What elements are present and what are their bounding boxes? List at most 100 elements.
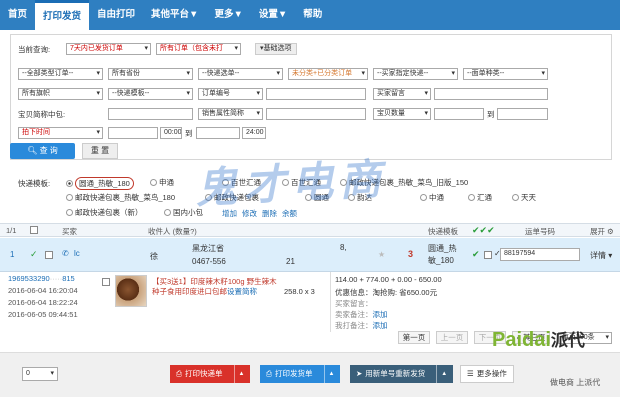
template-option-ems-new[interactable]: 邮政快递包裹（新） [66, 207, 143, 218]
order-kind-select[interactable]: --全部类型订单-- [18, 68, 103, 80]
col-receiver: 收件人 (数量?) [148, 227, 197, 236]
template-option-yuantong-thermal[interactable]: 圆通_热敏_180 [66, 177, 134, 190]
nav-free-print[interactable]: 自由打印 [89, 0, 143, 30]
date-start-input[interactable] [108, 127, 158, 139]
receiver-region-tail: 8, [340, 243, 347, 252]
prev-page-button[interactable]: 上一页 [436, 331, 468, 344]
radio-dot [66, 180, 73, 187]
nav-print-ship[interactable]: 打印发货 [35, 0, 90, 30]
order-row[interactable]: 1 ✓ ✆ lc 徐 黑龙江省 0467-556 21 8, ★ 3 圆通_热敏… [0, 238, 620, 272]
radio-dot [66, 194, 73, 201]
express-select[interactable]: --快递选单-- [198, 68, 283, 80]
item-quantity: 3 [408, 249, 414, 259]
check-icon: ✔ [472, 249, 480, 259]
order-type-select[interactable]: 所有订单（包含未打 [156, 43, 241, 55]
first-page-button[interactable]: 第一页 [398, 331, 430, 344]
sales-attr-select[interactable]: 销售属性简称 [198, 108, 263, 120]
order-no-input[interactable] [266, 88, 366, 100]
radio-dot [150, 179, 157, 186]
nav-other-platforms[interactable]: 其他平台▼ [143, 0, 206, 30]
search-button[interactable]: 🔍︎ 查 询 [10, 143, 75, 159]
chevron-down-icon: ▾ [608, 251, 613, 260]
star-icon[interactable]: ★ [378, 250, 385, 259]
order-no-select[interactable]: 订单编号 [198, 88, 263, 100]
expand-link[interactable]: 展开 ⚙ [590, 226, 614, 237]
sales-attr-input[interactable] [266, 108, 366, 120]
nav-more[interactable]: 更多▼ [206, 0, 250, 30]
set-short-name-link[interactable]: 设置简称 [227, 287, 257, 296]
product-title[interactable]: 【买3送1】印度辣木籽100g 野生辣木种子食用印度进口包邮设置简称 [152, 277, 277, 297]
buyer-express-select[interactable]: --买家指定快递-- [373, 68, 458, 80]
detail-link[interactable]: 详情 ▾ [590, 250, 612, 261]
price-calculation: 114.00 + 774.00 + 0.00 - 650.00 [335, 275, 442, 284]
waybill-input[interactable]: 88197594 [500, 248, 580, 261]
province-select[interactable]: 所有省份 [108, 68, 193, 80]
nav-help[interactable]: 帮助 [295, 0, 330, 30]
receiver-phone: 0467-556 [192, 257, 226, 266]
seller-note: 卖家备注：添加 [335, 310, 388, 319]
item-short-input[interactable] [108, 108, 193, 120]
buyer-message-select[interactable]: 买家留言 [373, 88, 431, 100]
time-start-input[interactable]: 00:00 [160, 127, 182, 139]
reship-button[interactable]: ➤ 用新单号重新发货 ▲ [350, 365, 454, 383]
nav-settings[interactable]: 设置▼ [251, 0, 295, 30]
radio-dot [66, 209, 73, 216]
divider [330, 272, 331, 332]
check-icon: ✓ [30, 249, 38, 259]
buyer-name[interactable]: lc [74, 249, 80, 258]
bottom-toolbar: 0 ▾ ⎙ 打印快递单 ▲ ⎙ 打印发货单 ▲ ➤ 用新单号重新发货 ▲ ☰ 更多操作 [0, 352, 620, 397]
basic-options-button[interactable]: ▾基础选项 [255, 43, 297, 55]
time-end-input[interactable]: 24:00 [242, 127, 266, 139]
item-qty-max-input[interactable] [497, 108, 548, 120]
col-express-template: 快递模板 [428, 227, 458, 236]
more-actions-button[interactable]: ☰ 更多操作 [460, 365, 514, 383]
template-option-zhongtong[interactable]: 中通 [420, 192, 444, 203]
item-qty-select[interactable]: 宝贝数量 [373, 108, 431, 120]
list-icon: ☰ [467, 369, 474, 378]
print-note-add-link[interactable]: 添加 [373, 321, 388, 330]
template-option-tiantian[interactable]: 天天 [512, 192, 536, 203]
template-option-huitong[interactable]: 汇通 [468, 192, 492, 203]
classify-select[interactable]: 未分类+已分类订单 [288, 68, 368, 80]
order-number[interactable]: 1969533290·····815 [8, 274, 75, 283]
item-short-label: 宝贝简称中包: [18, 110, 66, 119]
order-template: 圆通_热敏_180 [428, 244, 457, 265]
product-thumbnail[interactable] [115, 275, 147, 307]
sheet-type-select[interactable]: --面单种类-- [463, 68, 548, 80]
query-label: 当前查询: [18, 45, 51, 54]
date-end-input[interactable] [196, 127, 240, 139]
select-all-checkbox[interactable] [30, 226, 38, 234]
count-select[interactable]: 0 ▾ [22, 367, 58, 381]
gear-icon: ⚙ [607, 227, 614, 236]
seller-note-add-link[interactable]: 添加 [373, 310, 388, 319]
template-option-ems-cainiao-180[interactable]: 邮政快递包裹_热敏_菜鸟_180 [66, 192, 175, 203]
buyer-message: 买家留言： [335, 299, 373, 308]
date-range-select[interactable]: 7天内已发货订单 [66, 43, 151, 55]
radio-dot [512, 194, 519, 201]
nav-home[interactable]: 首页 [0, 0, 35, 30]
caret-up-icon: ▲ [323, 365, 334, 383]
template-option-shentong[interactable]: 申通 [150, 177, 174, 188]
to-label: 到 [487, 110, 495, 119]
receiver-name: 徐 [150, 252, 158, 261]
express-template-select[interactable]: --快递模板-- [108, 88, 193, 100]
radio-dot [420, 194, 427, 201]
search-icon: 🔍︎ [27, 146, 40, 155]
item-qty-min-input[interactable] [434, 108, 484, 120]
printer-icon: ⎙ [266, 369, 272, 378]
time-to-label: 到 [185, 129, 193, 138]
row-check-toggle[interactable] [484, 251, 492, 259]
reset-button[interactable]: 重 置 [82, 143, 118, 159]
print-time: 2016-06-04 18:22:24 [8, 298, 78, 307]
chevron-down-icon: ▾ [50, 370, 54, 377]
print-ship-button[interactable]: ⎙ 打印发货单 ▲ [260, 365, 341, 383]
print-express-button[interactable]: ⎙ 打印快递单 ▲ [170, 365, 251, 383]
watermark-text: 鬼才电商 [194, 154, 389, 213]
phone-icon: ✆ [62, 249, 69, 258]
row-checkbox[interactable] [45, 251, 53, 259]
buyer-message-input[interactable] [434, 88, 548, 100]
flag-select[interactable]: 所有旗帜 [18, 88, 103, 100]
radio-dot [468, 194, 475, 201]
time-type-select[interactable]: 拍下时间 [18, 127, 103, 139]
item-checkbox[interactable] [102, 278, 110, 286]
